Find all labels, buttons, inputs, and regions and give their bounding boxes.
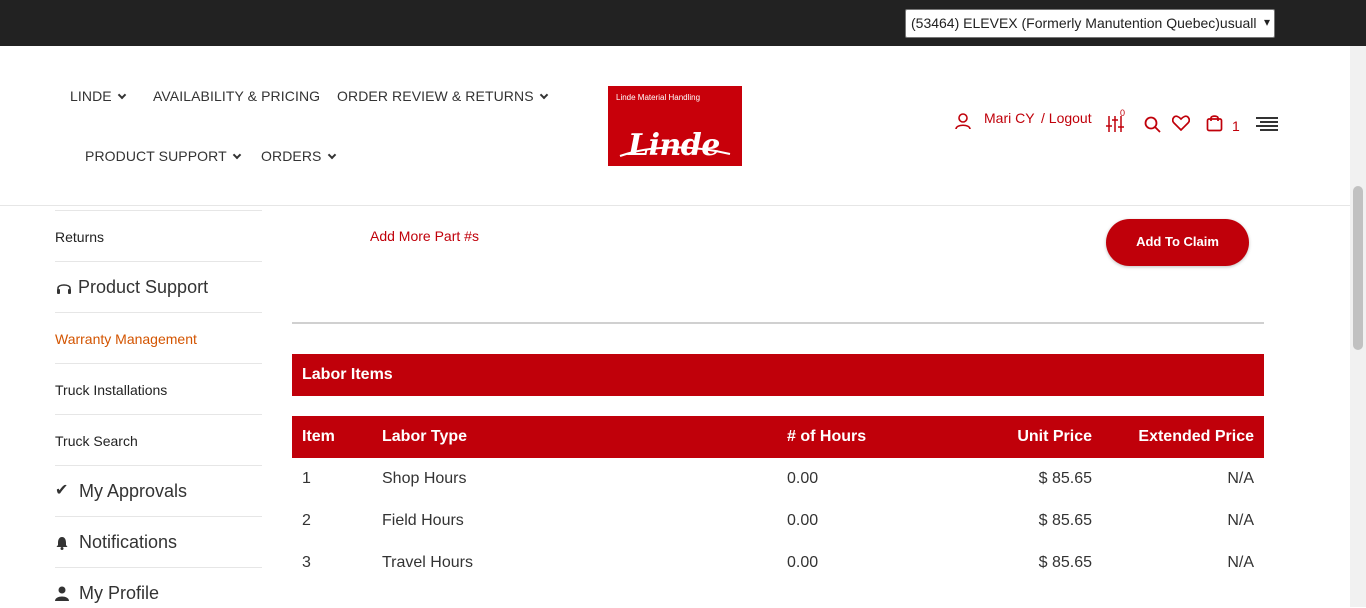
row-hours[interactable]: 0.00 (787, 554, 818, 572)
row-unit-price: $ 85.65 (1038, 470, 1092, 487)
row-item: 3 (302, 554, 311, 571)
labor-items-table: Item Labor Type # of Hours Unit Price Ex… (292, 416, 1264, 584)
headset-icon (57, 284, 71, 294)
row-extended-price: N/A (1227, 470, 1254, 487)
sidebar-item-returns-label: Returns (55, 229, 105, 245)
checkmark-icon: ✔ (55, 482, 69, 499)
person-icon (55, 586, 69, 601)
caret-down-icon (232, 150, 242, 160)
sidebar-item-notifications[interactable]: Notifications (55, 517, 262, 568)
nav-linde-label: LINDE (70, 88, 112, 104)
logo-tagline: Linde Material Handling (616, 93, 701, 102)
linde-logo[interactable]: Linde Material Handling Linde (608, 86, 742, 166)
add-to-claim-button[interactable]: Add To Claim (1106, 219, 1249, 266)
cart-count: 1 (1232, 118, 1240, 134)
section-divider (292, 322, 1264, 324)
row-extended-price: N/A (1227, 512, 1254, 529)
caret-down-icon (327, 150, 336, 160)
sidebar-item-product-support-label: Product Support (78, 277, 209, 297)
nav-product-support-label: PRODUCT SUPPORT (85, 148, 227, 164)
sidebar-item-truck-search-label: Truck Search (55, 433, 138, 449)
sidebar-item-returns[interactable]: Returns (55, 210, 262, 262)
sidebar-item-notifications-label: Notifications (79, 532, 178, 552)
row-labor-type: Shop Hours (382, 470, 467, 487)
sidebar-item-my-profile[interactable]: My Profile (55, 568, 262, 608)
nav-orders-label: ORDERS (261, 148, 322, 164)
table-row: 3 Travel Hours 0.00 $ 85.65 N/A (292, 542, 1264, 584)
sidebar-item-truck-installations-label: Truck Installations (55, 382, 168, 398)
compare-count: 0 (1120, 108, 1126, 118)
nav-availability-label: AVAILABILITY & PRICING (153, 88, 321, 104)
bell-icon (56, 537, 68, 550)
nav-linde[interactable]: LINDE (70, 88, 126, 104)
header-item: Item (302, 428, 335, 445)
nav-order-review-label: ORDER REVIEW & RETURNS (337, 88, 534, 104)
row-extended-price: N/A (1227, 554, 1254, 571)
account-select[interactable]: (53464) ELEVEX (Formerly Manutention Que… (905, 9, 1275, 38)
nav-availability-pricing[interactable]: AVAILABILITY & PRICING (153, 88, 320, 104)
table-row: 1 Shop Hours 0.00 $ 85.65 N/A (292, 458, 1264, 500)
row-labor-type: Field Hours (382, 512, 464, 529)
caret-down-icon (117, 90, 126, 100)
sidebar-item-my-profile-label: My Profile (79, 583, 160, 603)
site-header: LINDE AVAILABILITY & PRICING ORDER REVIE… (0, 46, 1350, 206)
page-scrollbar[interactable] (1350, 46, 1366, 607)
nav-orders[interactable]: ORDERS (261, 148, 336, 164)
row-hours[interactable]: 0.00 (787, 512, 818, 530)
sidebar-item-truck-search[interactable]: Truck Search (55, 415, 262, 466)
wishlist-heart-icon[interactable] (1172, 115, 1190, 131)
search-icon[interactable] (1144, 116, 1161, 133)
sidebar-item-warranty-management[interactable]: Warranty Management (55, 313, 262, 364)
user-icon[interactable] (954, 112, 972, 130)
sidebar-item-product-support[interactable]: Product Support (55, 262, 262, 313)
row-unit-price: $ 85.65 (1038, 554, 1092, 571)
row-item: 1 (302, 470, 311, 487)
header-extended-price: Extended Price (1138, 428, 1254, 445)
nav-product-support[interactable]: PRODUCT SUPPORT (85, 148, 242, 164)
sidebar-item-my-approvals-label: My Approvals (79, 481, 188, 501)
labor-items-title: Labor Items (302, 366, 393, 383)
row-item: 2 (302, 512, 311, 529)
caret-down-icon (539, 90, 548, 100)
sidebar-item-warranty-label: Warranty Management (55, 331, 197, 347)
top-bar: (53464) ELEVEX (Formerly Manutention Que… (0, 0, 1366, 46)
logo-brand: Linde (628, 128, 720, 163)
logout-link[interactable]: / Logout (1041, 110, 1092, 126)
sidebar-item-truck-installations[interactable]: Truck Installations (55, 364, 262, 415)
header-unit-price: Unit Price (1017, 428, 1092, 445)
account-select-value: (53464) ELEVEX (Formerly Manutention Que… (911, 15, 1257, 31)
table-row: 2 Field Hours 0.00 $ 85.65 N/A (292, 500, 1264, 542)
menu-hamburger-icon[interactable] (1256, 116, 1278, 132)
row-hours[interactable]: 0.00 (787, 470, 818, 488)
scrollbar-thumb[interactable] (1353, 186, 1363, 350)
header-labor-type: Labor Type (382, 428, 468, 445)
row-unit-price: $ 85.65 (1038, 512, 1092, 529)
add-more-parts-link[interactable]: Add More Part #s (370, 228, 479, 244)
sidebar-item-my-approvals[interactable]: ✔ My Approvals (55, 466, 262, 517)
header-hours: # of Hours (787, 428, 867, 445)
chevron-down-icon: ▾ (1263, 15, 1270, 29)
labor-items-header: Labor Items (292, 354, 1264, 396)
user-name-link[interactable]: Mari CY (984, 110, 1035, 126)
row-labor-type: Travel Hours (382, 554, 473, 571)
nav-order-review-returns[interactable]: ORDER REVIEW & RETURNS (337, 88, 548, 104)
table-header-row: Item Labor Type # of Hours Unit Price Ex… (292, 416, 1264, 458)
cart-icon[interactable] (1206, 114, 1223, 132)
